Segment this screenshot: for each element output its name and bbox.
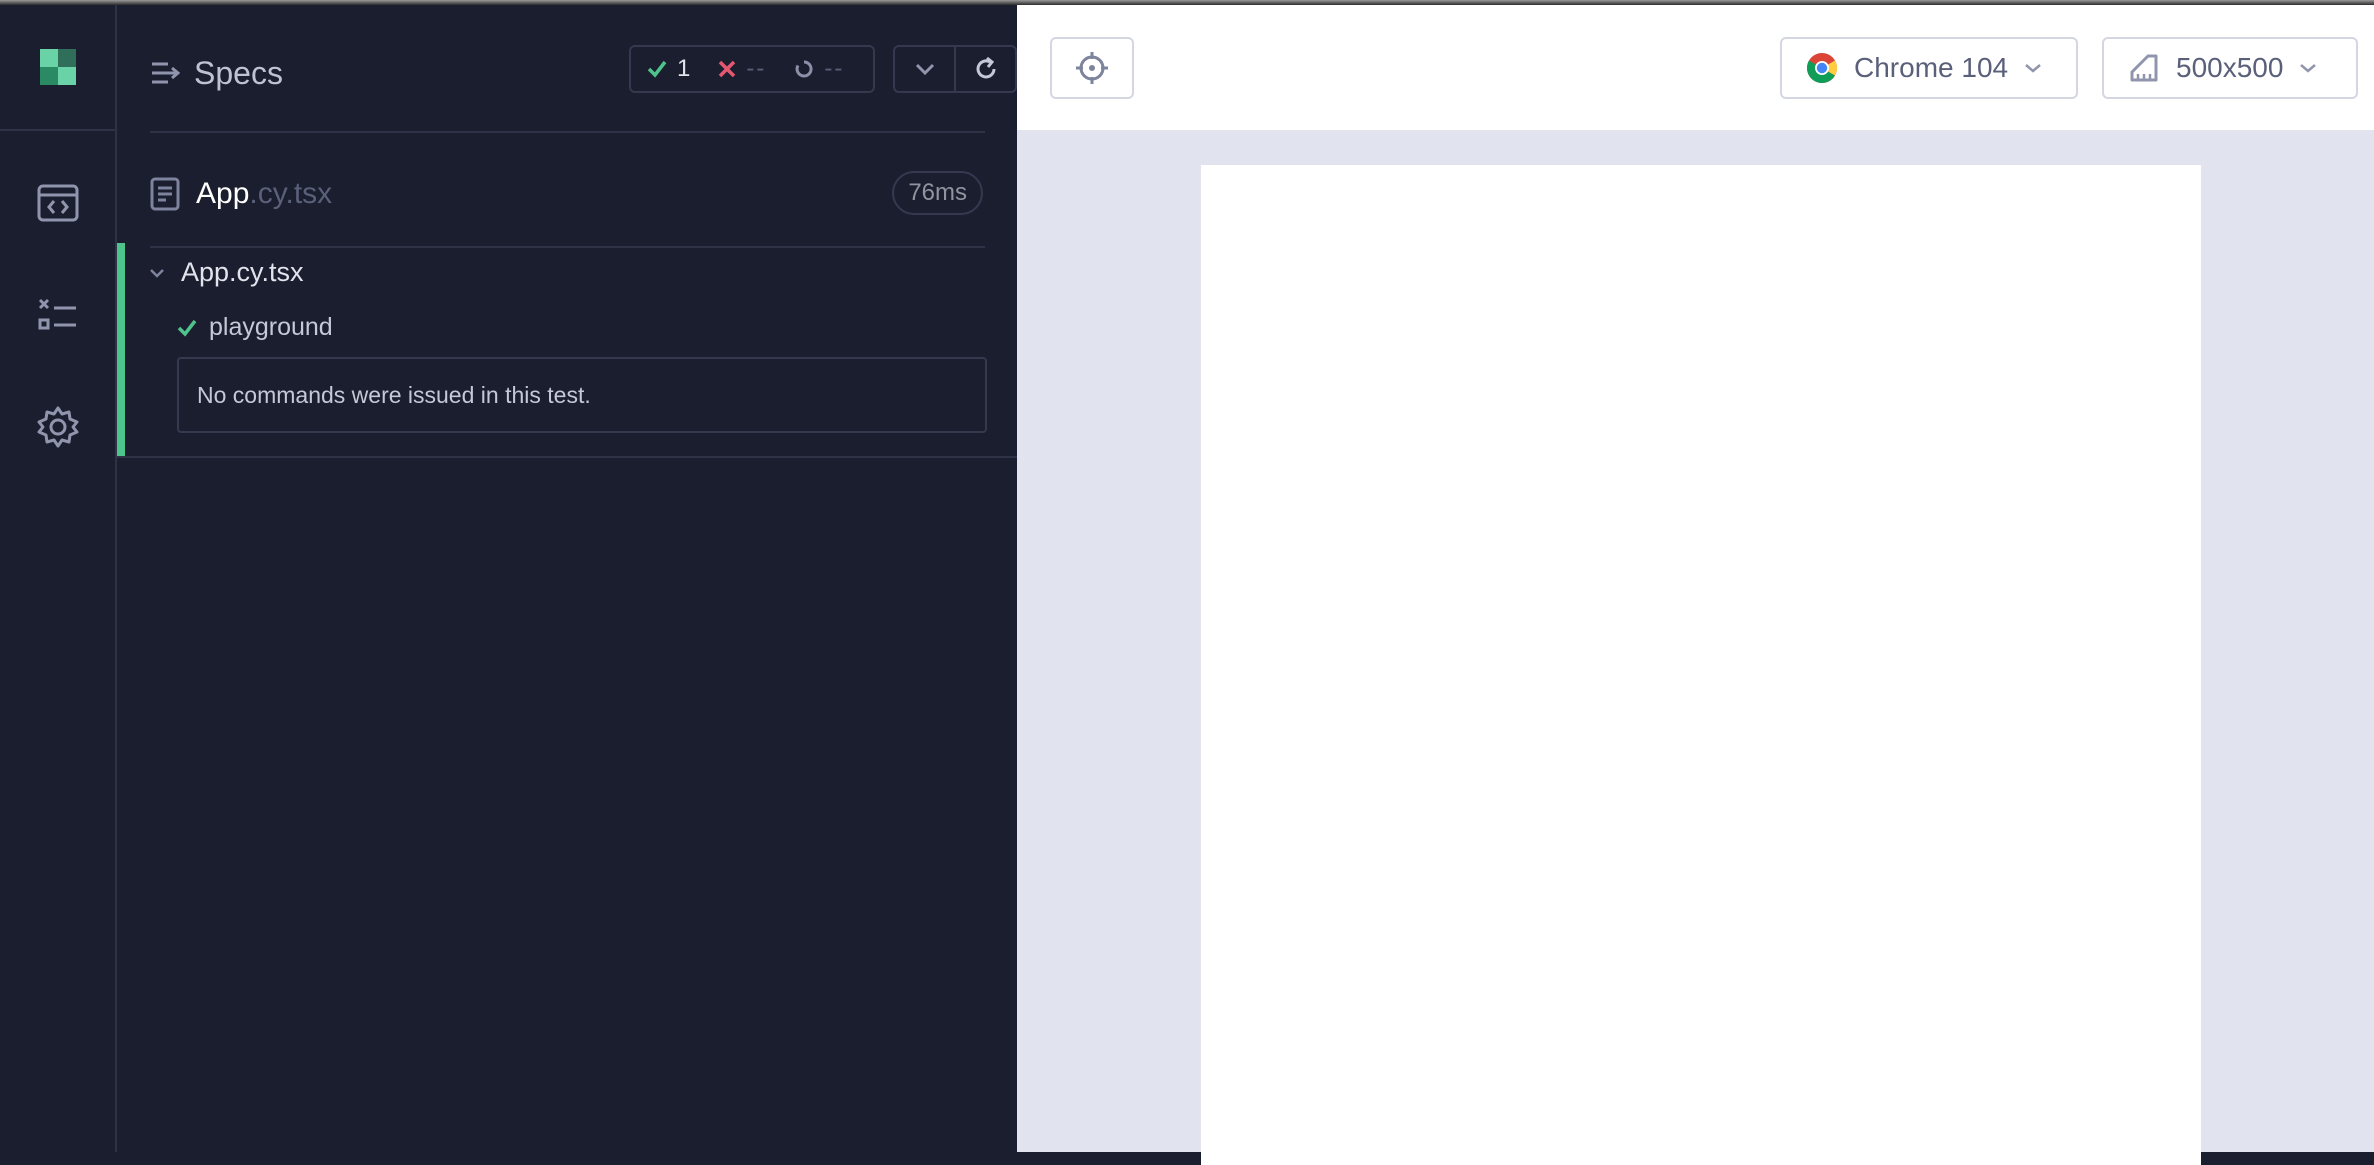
pending-spinner-icon — [795, 60, 813, 78]
spec-file-header[interactable]: App .cy.tsx 76ms — [150, 165, 985, 223]
no-commands-message: No commands were issued in this test. — [177, 357, 987, 433]
app-preview: Chrome 104 500x500 — [1017, 5, 2374, 1165]
reporter-panel: Specs 1 -- -- App .cy.tsx 76ms — [117, 5, 1017, 1152]
chevron-down-icon — [2300, 64, 2317, 73]
nav-runs-button[interactable] — [0, 275, 115, 355]
nav-settings-button[interactable] — [0, 387, 115, 467]
x-icon — [719, 60, 736, 78]
viewport-select[interactable]: 500x500 — [2102, 37, 2358, 99]
chevron-down-icon — [915, 63, 934, 76]
suite-divider — [117, 456, 1017, 458]
suite-title: App.cy.tsx — [181, 257, 304, 287]
header-divider — [150, 131, 985, 133]
preview-toolbar: Chrome 104 500x500 — [1017, 5, 2374, 132]
specs-label: Specs — [194, 54, 283, 91]
cypress-logo-icon — [39, 49, 76, 85]
chevron-down-icon — [150, 268, 164, 278]
spec-duration-badge: 76ms — [892, 171, 983, 215]
nav-specs-button[interactable] — [0, 163, 115, 243]
aut-iframe[interactable] — [1201, 165, 2201, 1165]
stat-passed-count: 1 — [677, 55, 691, 82]
specs-list-icon — [152, 62, 180, 84]
browser-label: Chrome 104 — [1854, 52, 2009, 83]
document-icon — [150, 177, 180, 211]
collapse-all-button[interactable] — [895, 47, 954, 91]
stat-passed: 1 — [647, 55, 690, 83]
reporter-header: Specs 1 -- -- — [150, 5, 1102, 133]
chevron-down-icon — [2025, 64, 2041, 73]
ruler-icon — [2130, 54, 2158, 82]
specs-toggle-button[interactable]: Specs — [150, 45, 283, 101]
viewport-label: 500x500 — [2176, 52, 2284, 83]
stat-failed-count: -- — [746, 55, 767, 82]
window-top-edge — [0, 0, 2374, 5]
stat-pending: -- — [794, 55, 844, 83]
chrome-icon — [1806, 53, 1838, 84]
side-nav — [0, 5, 117, 1152]
browser-select[interactable]: Chrome 104 — [1780, 37, 2078, 99]
run-controls — [893, 45, 1017, 93]
list-check-icon — [38, 298, 76, 330]
rerun-button[interactable] — [954, 47, 1015, 91]
test-item[interactable]: playground — [177, 313, 333, 342]
spec-file-extension: .cy.tsx — [249, 177, 333, 210]
check-icon — [647, 60, 667, 78]
selector-playground-button[interactable] — [1050, 37, 1134, 99]
stat-pending-count: -- — [824, 55, 845, 82]
test-suite: App.cy.tsx playground No commands were i… — [117, 243, 1017, 458]
spec-file-name: App — [196, 177, 250, 210]
test-stats: 1 -- -- — [629, 45, 875, 93]
cypress-logo[interactable] — [0, 5, 115, 131]
refresh-icon — [976, 56, 995, 79]
suite-header[interactable]: App.cy.tsx — [149, 257, 304, 288]
crosshair-icon — [1076, 52, 1108, 84]
code-window-icon — [37, 184, 78, 222]
test-title: playground — [209, 313, 333, 341]
gear-icon — [37, 406, 78, 448]
check-icon — [177, 319, 197, 337]
stat-failed: -- — [718, 55, 766, 83]
